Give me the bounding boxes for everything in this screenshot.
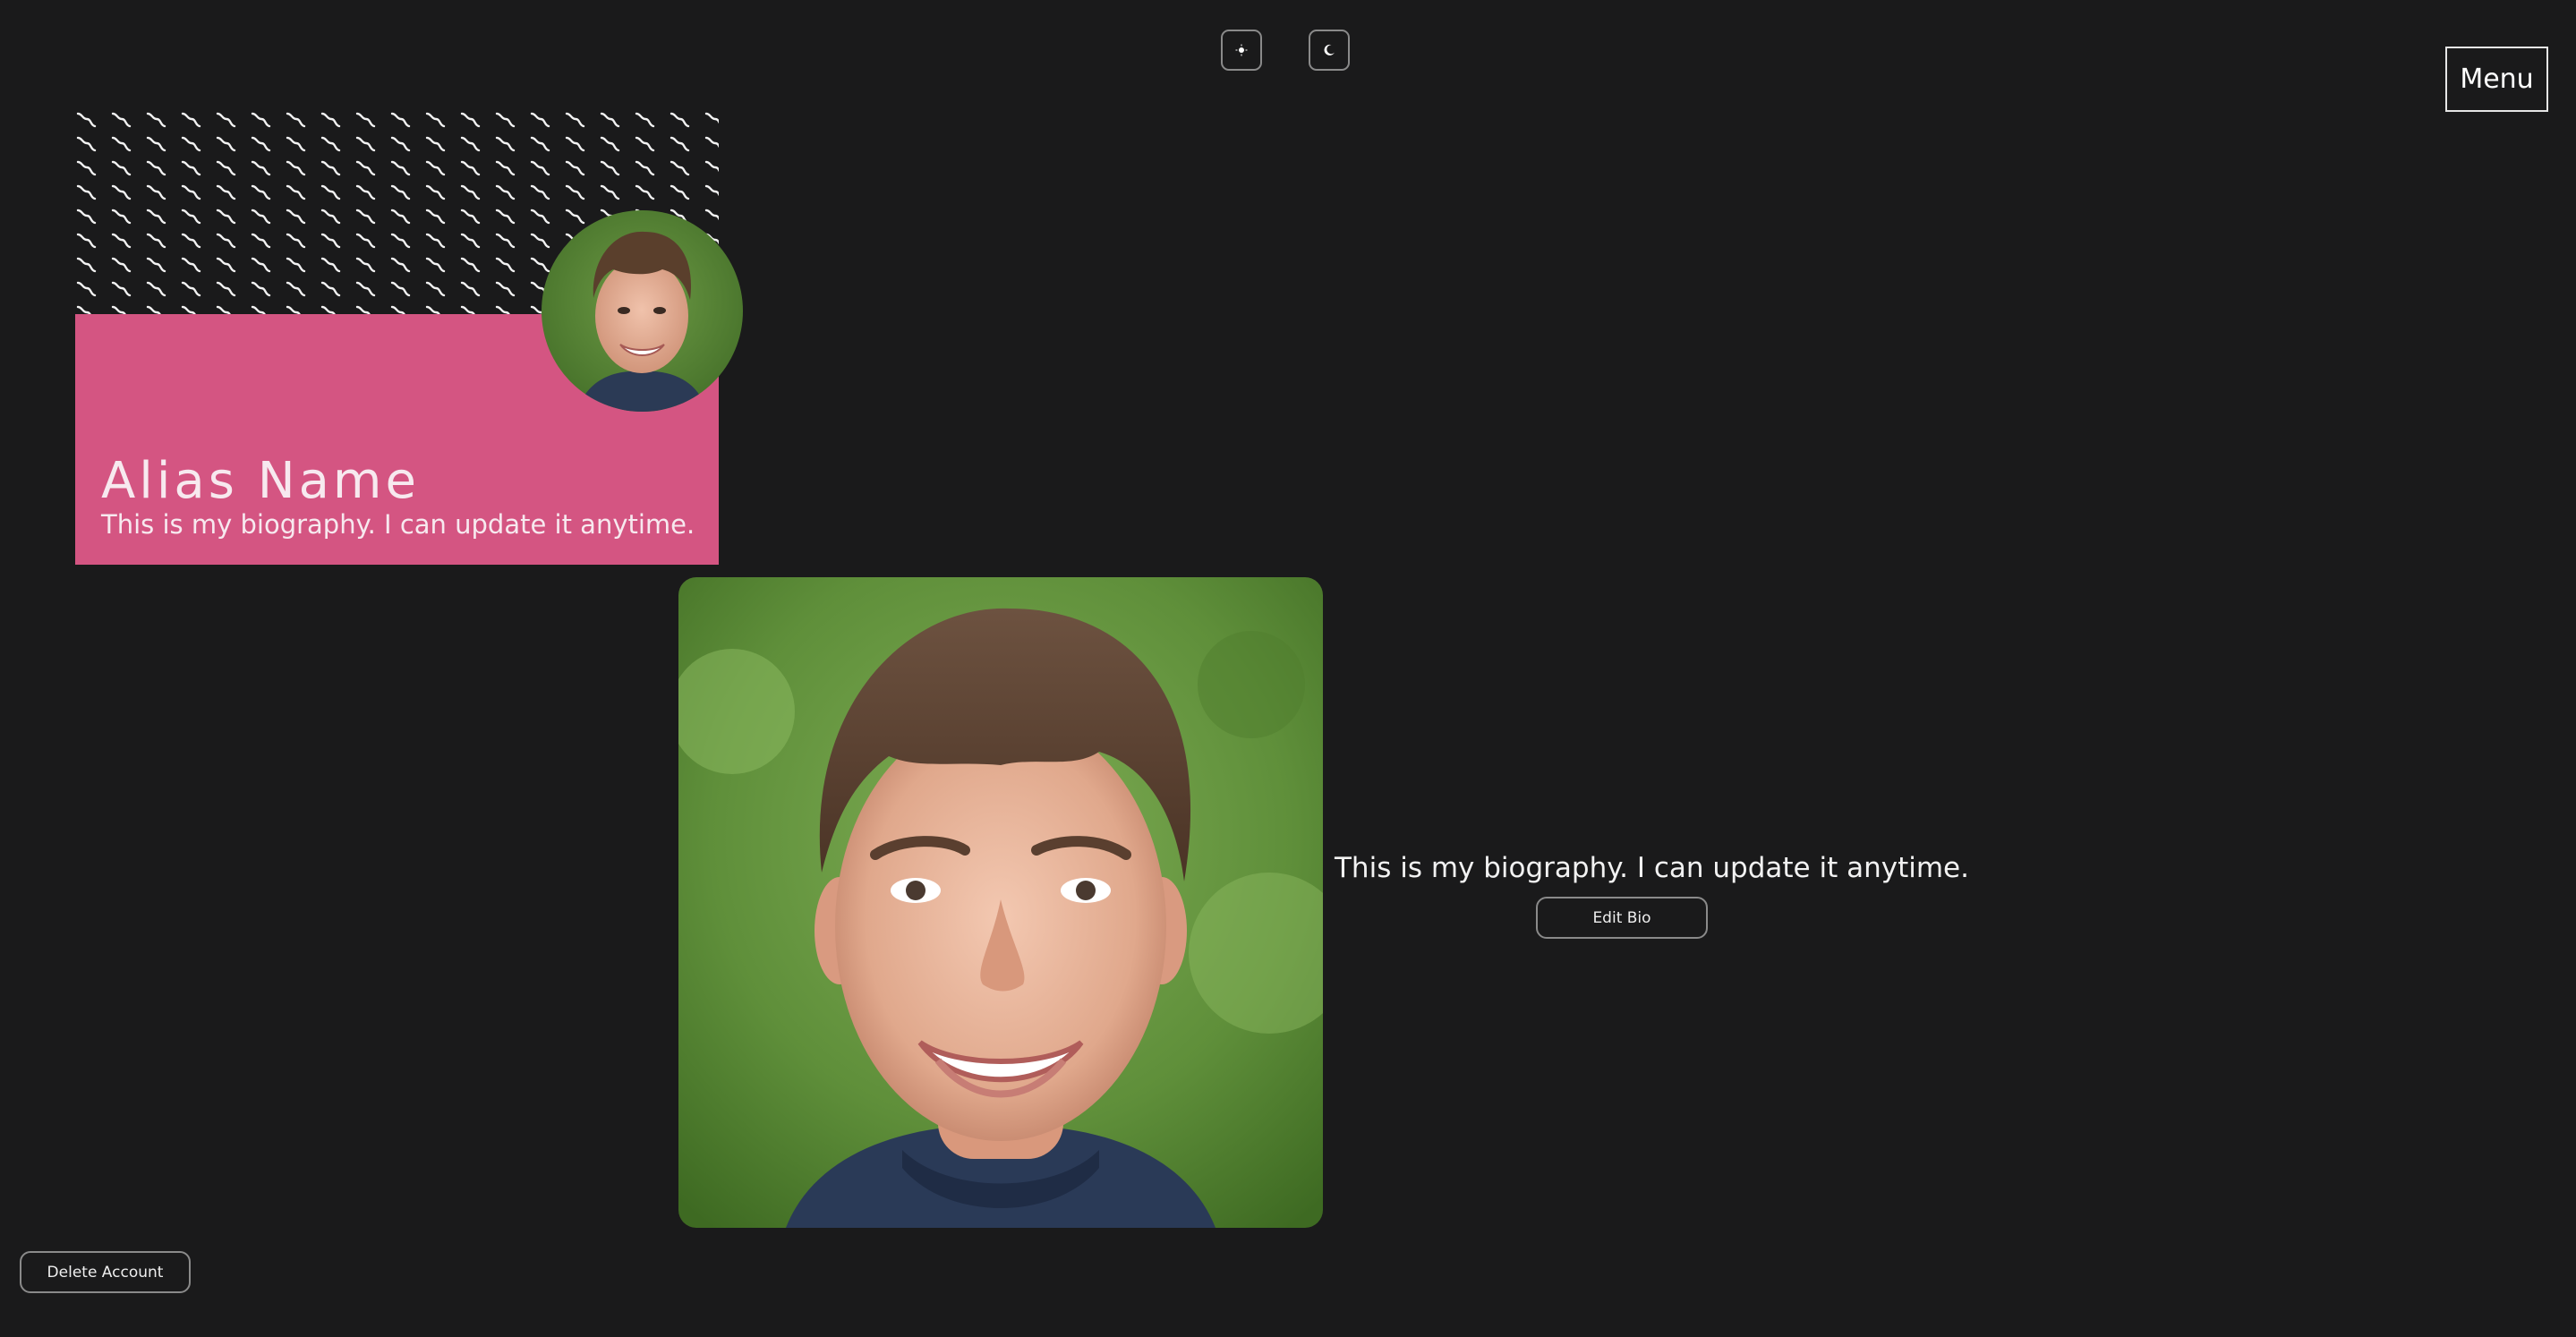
profile-name: Alias Name [101,452,420,510]
edit-bio-button[interactable]: Edit Bio [1536,897,1708,939]
profile-card: Alias Name This is my biography. I can u… [75,110,743,565]
avatar [542,210,743,412]
profile-bio: This is my biography. I can update it an… [101,509,695,540]
dark-theme-button[interactable] [1309,30,1350,71]
bio-text: This is my biography. I can update it an… [1335,852,1969,884]
profile-page: Menu Alias Name This is my biography. I … [0,0,2576,1337]
profile-photo [678,577,1323,1228]
sun-icon [1235,44,1248,56]
menu-button[interactable]: Menu [2445,47,2548,112]
delete-account-button[interactable]: Delete Account [20,1251,191,1293]
light-theme-button[interactable] [1221,30,1262,71]
moon-icon [1324,44,1335,55]
